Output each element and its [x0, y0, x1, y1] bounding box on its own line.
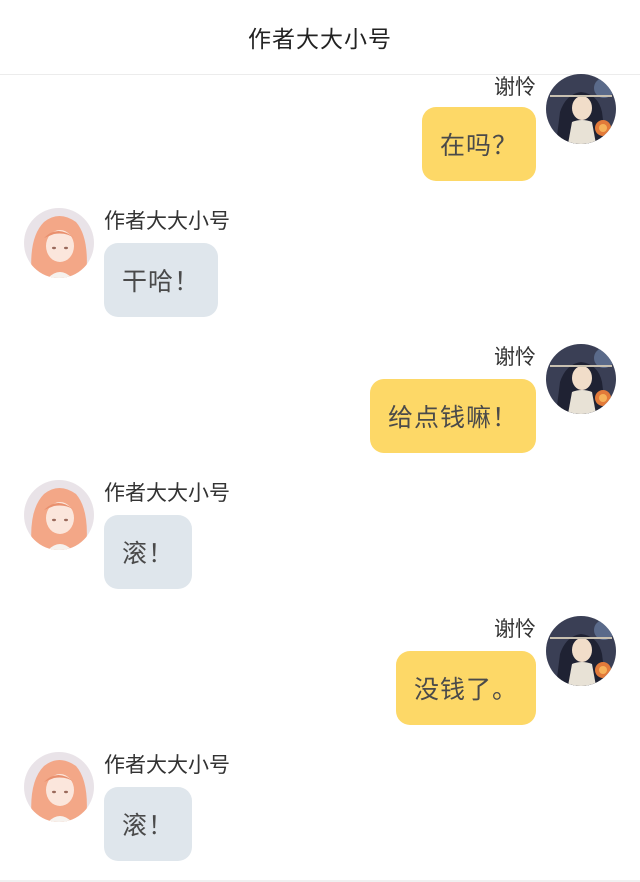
avatar-other[interactable]: [24, 208, 94, 278]
message-text: 滚！: [122, 811, 175, 840]
message-row: 作者大大小号 干哈！: [0, 208, 640, 328]
message-text: 没钱了。: [413, 675, 518, 704]
sender-name: 谢怜: [494, 75, 536, 99]
avatar-other[interactable]: [24, 752, 94, 822]
chat-title: 作者大大小号: [248, 27, 392, 53]
sender-name: 作者大大小号: [104, 481, 230, 505]
avatar-self[interactable]: [546, 616, 616, 686]
message-bubble[interactable]: 干哈！: [104, 243, 219, 317]
avatar-self[interactable]: [546, 74, 616, 144]
message-text: 滚！: [122, 539, 175, 568]
message-bubble[interactable]: 没钱了。: [395, 651, 536, 725]
sender-name: 谢怜: [494, 617, 536, 641]
message-bubble[interactable]: 滚！: [104, 787, 193, 861]
message-row: 作者大大小号 滚！: [0, 752, 640, 872]
message-text: 在吗？: [439, 131, 518, 160]
avatar-other[interactable]: [24, 480, 94, 550]
sender-name: 作者大大小号: [104, 753, 230, 777]
message-bubble[interactable]: 滚！: [104, 515, 193, 589]
sender-name: 作者大大小号: [104, 209, 230, 233]
message-bubble[interactable]: 在吗？: [421, 107, 536, 181]
message-row: 谢怜 在吗？: [0, 74, 640, 194]
message-row: 谢怜 没钱了。: [0, 616, 640, 736]
message-text: 给点钱嘛！: [387, 403, 518, 432]
message-row: 谢怜 给点钱嘛！: [0, 344, 640, 464]
chat-screen: 作者大大小号 谢怜 在吗？ 作者大大小号 干哈！ 谢怜 给点钱嘛！ 作者大大小号…: [0, 0, 640, 882]
message-bubble[interactable]: 给点钱嘛！: [369, 379, 536, 453]
message-text: 干哈！: [122, 267, 201, 296]
chat-header: 作者大大小号: [0, 0, 640, 75]
avatar-self[interactable]: [546, 344, 616, 414]
message-row: 作者大大小号 滚！: [0, 480, 640, 600]
sender-name: 谢怜: [494, 345, 536, 369]
